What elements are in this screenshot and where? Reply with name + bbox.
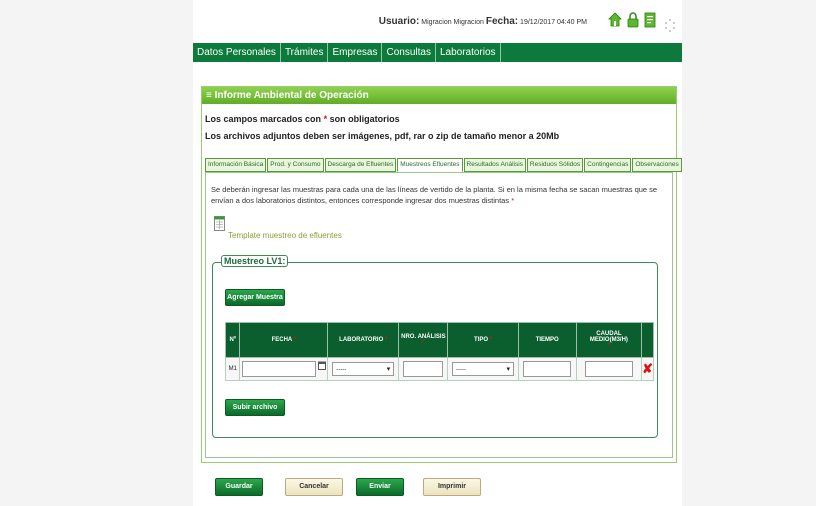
tab-prod-consumo[interactable]: Prod. y Consumo [267,158,324,172]
required-asterisk: * [323,114,328,124]
required-note-end: son obligatorios [329,114,400,124]
required-asterisk: * [511,196,515,205]
tab-resultados-analisis[interactable]: Resultados Análisis [463,158,526,172]
table-header-row: Nº FECHA * LABORATORIO * NRO. ANÁLISIS * … [224,322,654,358]
tab-residuos-solidos[interactable]: Residuos Sólidos [526,158,584,172]
home-icon[interactable] [608,12,622,28]
chevron-down-icon: ▾ [386,366,391,373]
laboratorio-cell: ----- ▾ [327,357,400,381]
delete-row-icon[interactable]: ✘ [642,361,653,376]
caudal-input[interactable] [584,361,633,377]
tiempo-input[interactable] [523,361,572,377]
laboratorio-select[interactable]: ----- ▾ [332,362,395,376]
nav-laboratorios[interactable]: Laboratorios [436,43,501,62]
agregar-muestra-button[interactable]: Agregar Muestra [225,289,285,306]
tipo-select[interactable]: ----- ▾ [452,362,515,376]
tab-observaciones[interactable]: Observaciones [632,158,682,172]
tab-muestreos-efluentes[interactable]: Muestreos Efluentes [397,158,463,172]
main-nav: Datos Personales Trámites Empresas Consu… [193,43,682,62]
date-label: Fecha: [485,16,519,27]
nav-tramites[interactable]: Trámites [281,43,329,62]
user-label: Usuario: [378,16,420,27]
imprimir-button[interactable]: Imprimir [423,478,481,496]
fecha-input[interactable] [241,361,316,377]
tab-bar: Información Básica Prod. y Consumo Desca… [205,158,683,172]
col-header-fecha: FECHA * [239,322,329,358]
calendar-icon[interactable] [317,361,326,370]
tipo-cell: ----- ▾ [447,357,519,381]
user-name: Migracion Migracion [421,19,484,26]
document-icon[interactable] [643,12,657,28]
guardar-button[interactable]: Guardar [215,478,263,496]
lock-icon[interactable] [626,12,640,28]
col-header-laboratorio: LABORATORIO * [327,322,400,358]
attachment-note: Los archivos adjuntos deben ser imágenes… [205,131,560,141]
tab-contingencias[interactable]: Contingencias [584,158,632,172]
row-id: M1 [224,357,241,381]
informe-panel: ≡ Informe Ambiental de Operación Los cam… [201,86,682,463]
nav-datos-personales[interactable]: Datos Personales [193,43,281,62]
cancelar-button[interactable]: Cancelar [285,478,343,496]
caudal-cell [575,357,643,381]
fecha-cell [239,357,329,381]
tab-informacion-basica[interactable]: Información Básica [205,158,267,172]
col-header-tiempo: TIEMPO [517,322,577,358]
enviar-button[interactable]: Enviar [356,478,404,496]
required-note: Los campos marcados con * son obligatori… [205,114,400,124]
nro-analisis-input[interactable] [403,361,444,377]
panel-title: ≡ Informe Ambiental de Operación [202,87,676,104]
required-note-start: Los campos marcados con [205,114,322,124]
nav-empresas[interactable]: Empresas [328,43,383,62]
col-header-caudal: CAUDAL MEDIO(M3/H) * [575,322,643,358]
muestras-table: Nº FECHA * LABORATORIO * NRO. ANÁLISIS * … [224,322,654,381]
col-header-nro-analisis: NRO. ANÁLISIS * [398,322,449,358]
col-header-numero: Nº [224,322,241,358]
excel-file-icon[interactable] [214,216,225,231]
date-value: 19/12/2017 04:40 PM [520,19,587,26]
col-header-tipo: TIPO * [447,322,519,358]
user-info: Usuario: Migracion Migracion Fecha: 19/1… [379,16,587,27]
loading-spinner-icon [665,19,675,32]
tab-content: Se deberán ingresar las muestras para ca… [205,172,673,458]
col-header-actions [641,322,654,358]
page: Usuario: Migracion Migracion Fecha: 19/1… [193,0,682,506]
tab-descarga-efluentes[interactable]: Descarga de Efluentes [324,158,397,172]
info-text: Se deberán ingresar las muestras para ca… [211,184,667,206]
info-text-body: Se deberán ingresar las muestras para ca… [211,185,658,205]
nav-consultas[interactable]: Consultas [382,43,436,62]
nro-analisis-cell [398,357,449,381]
template-link[interactable]: Template muestreo de efluentes [228,231,342,240]
table-row: M1 ----- ▾ ----- ▾ ✘ [224,357,654,381]
tiempo-cell [517,357,577,381]
muestreo-fieldset: Muestreo LV1: Agregar Muestra Nº FECHA *… [212,255,658,438]
delete-cell: ✘ [641,357,654,381]
fieldset-legend: Muestreo LV1: [221,255,289,267]
subir-excel-button[interactable]: Subir archivo excel [225,399,285,426]
chevron-down-icon: ▾ [506,366,511,373]
top-header: Usuario: Migracion Migracion Fecha: 19/1… [193,0,682,42]
